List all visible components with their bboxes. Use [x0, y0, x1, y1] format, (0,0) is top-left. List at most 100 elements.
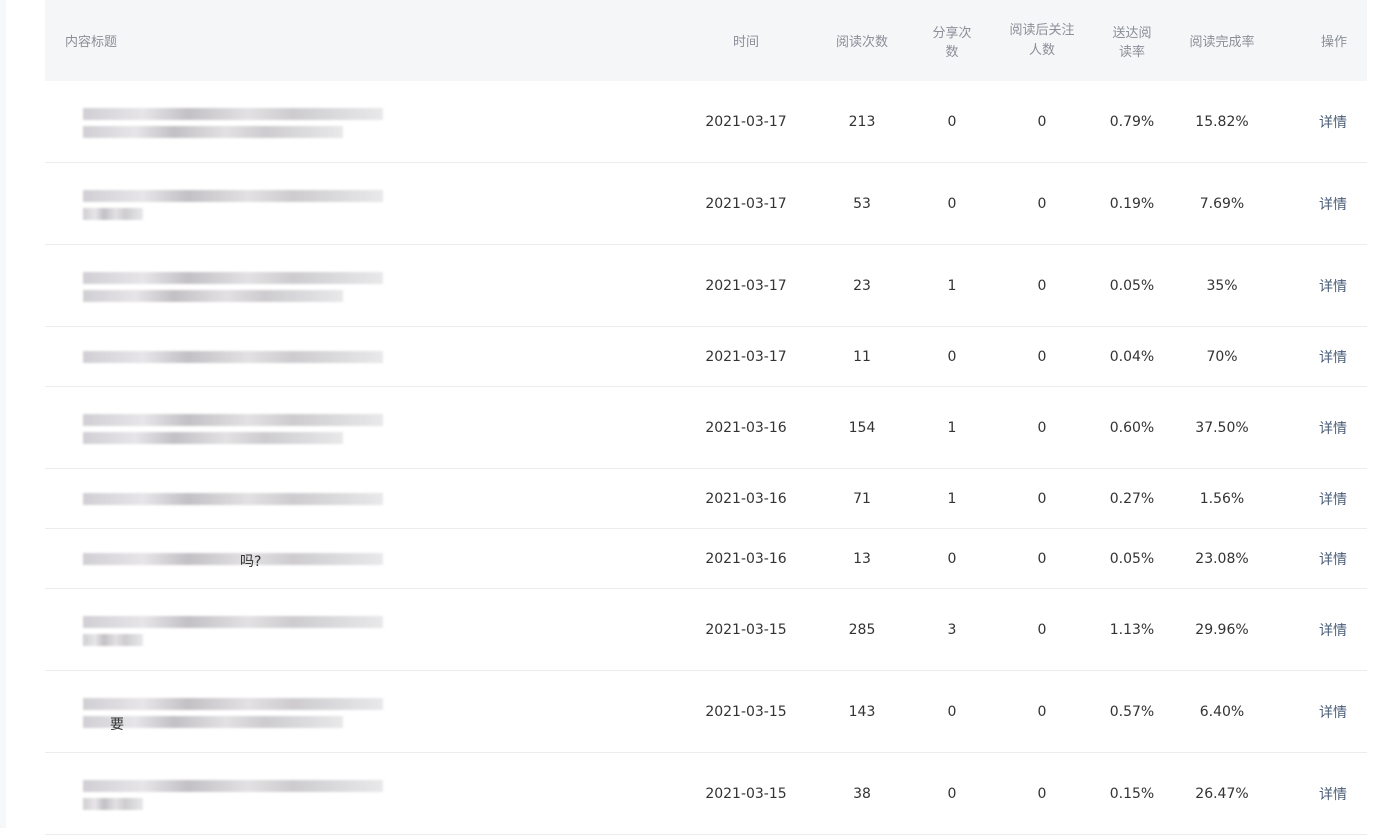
delivery-rate-cell: 0.05% [1109, 550, 1155, 567]
header-followers: 阅读后关注 人数 [977, 21, 1107, 61]
completion-rate-cell: 26.47% [1195, 785, 1249, 802]
details-link[interactable]: 详情 [1287, 620, 1367, 640]
followers-cell: 0 [1037, 703, 1047, 720]
blurred-text-line [83, 189, 383, 202]
blurred-text-line [83, 697, 383, 710]
completion-rate-cell: 1.56% [1199, 490, 1245, 507]
reads-cell: 11 [853, 348, 871, 365]
completion-rate-cell: 7.69% [1199, 195, 1245, 212]
blurred-text-line [83, 107, 383, 120]
blurred-text-line [83, 413, 383, 426]
header-delivery-rate: 送达阅读率 [1112, 25, 1152, 60]
table-row: 2021-03-17 11 0 0 0.04% 70% 详情 [45, 327, 1367, 387]
date-cell: 2021-03-15 [705, 703, 787, 720]
details-link[interactable]: 详情 [1287, 347, 1367, 367]
date-cell: 2021-03-17 [705, 113, 787, 130]
blurred-title [65, 337, 395, 377]
header-reads: 阅读次数 [835, 35, 888, 50]
followers-cell: 0 [1037, 277, 1047, 294]
delivery-rate-cell: 0.04% [1109, 348, 1155, 365]
date-cell: 2021-03-15 [705, 785, 787, 802]
reads-cell: 13 [853, 550, 871, 567]
shares-cell: 0 [947, 348, 957, 365]
table-row: 2021-03-16 154 1 0 0.60% 37.50% 详情 [45, 387, 1367, 469]
delivery-rate-cell: 0.15% [1109, 785, 1155, 802]
blurred-text-line [83, 350, 383, 363]
details-link[interactable]: 详情 [1287, 489, 1367, 509]
details-link[interactable]: 详情 [1287, 194, 1367, 214]
delivery-rate-cell: 1.13% [1109, 621, 1155, 638]
details-link[interactable]: 详情 [1287, 276, 1367, 296]
details-link[interactable]: 详情 [1287, 702, 1367, 722]
header-completion-rate: 阅读完成率 [1189, 35, 1255, 50]
completion-rate-cell: 15.82% [1195, 113, 1249, 130]
reads-cell: 53 [853, 195, 871, 212]
blurred-text-line [83, 552, 383, 565]
completion-rate-cell: 29.96% [1195, 621, 1249, 638]
shares-cell: 0 [947, 195, 957, 212]
table-row: 2021-03-17 23 1 0 0.05% 35% 详情 [45, 245, 1367, 327]
blurred-text-line [83, 271, 383, 284]
followers-cell: 0 [1037, 550, 1047, 567]
delivery-rate-cell: 0.27% [1109, 490, 1155, 507]
date-cell: 2021-03-16 [705, 490, 787, 507]
completion-rate-cell: 35% [1206, 277, 1238, 294]
reads-cell: 154 [848, 419, 876, 436]
article-title [45, 184, 695, 224]
followers-cell: 0 [1037, 490, 1047, 507]
details-link[interactable]: 详情 [1287, 549, 1367, 569]
article-title [45, 774, 695, 814]
blurred-text-line [83, 207, 143, 220]
blurred-text-line [83, 125, 343, 138]
blurred-title [65, 479, 395, 519]
blurred-text-line [83, 633, 143, 646]
shares-cell: 0 [947, 113, 957, 130]
article-title [45, 479, 695, 519]
article-title [45, 610, 695, 650]
details-link[interactable]: 详情 [1287, 418, 1367, 438]
blurred-title [65, 774, 395, 814]
header-actions: 操作 [1320, 35, 1347, 50]
table-row: 要 2021-03-15 143 0 0 0.57% 6.40% 详情 [45, 671, 1367, 753]
blurred-title: 要 [65, 692, 395, 733]
table-header: 内容标题 时间 阅读次数 分享次数 阅读后关注 人数 送达阅读率 阅读完成率 操… [45, 0, 1367, 81]
delivery-rate-cell: 0.57% [1109, 703, 1155, 720]
blurred-text-line [83, 779, 383, 792]
table-row: 2021-03-17 213 0 0 0.79% 15.82% 详情 [45, 81, 1367, 163]
shares-cell: 1 [947, 490, 957, 507]
shares-cell: 0 [947, 785, 957, 802]
article-title: 要 [45, 692, 695, 733]
table-row: 2021-03-17 53 0 0 0.19% 7.69% 详情 [45, 163, 1367, 245]
header-title: 内容标题 [65, 35, 118, 50]
shares-cell: 1 [947, 419, 957, 436]
reads-cell: 38 [853, 785, 871, 802]
completion-rate-cell: 70% [1206, 348, 1238, 365]
blurred-text-line [83, 289, 343, 302]
followers-cell: 0 [1037, 785, 1047, 802]
table-row: 2021-03-15 285 3 0 1.13% 29.96% 详情 [45, 589, 1367, 671]
header-shares: 分享次数 [932, 25, 972, 60]
delivery-rate-cell: 0.79% [1109, 113, 1155, 130]
shares-cell: 3 [947, 621, 957, 638]
completion-rate-cell: 6.40% [1199, 703, 1245, 720]
left-rail [0, 0, 6, 828]
blurred-title [65, 184, 395, 224]
followers-cell: 0 [1037, 113, 1047, 130]
reads-cell: 213 [848, 113, 876, 130]
date-cell: 2021-03-16 [705, 550, 787, 567]
date-cell: 2021-03-17 [705, 195, 787, 212]
table-row: 2021-03-15 38 0 0 0.15% 26.47% 详情 [45, 753, 1367, 835]
table-row: 吗? 2021-03-16 13 0 0 0.05% 23.08% 详情 [45, 529, 1367, 589]
completion-rate-cell: 37.50% [1195, 419, 1249, 436]
date-cell: 2021-03-17 [705, 277, 787, 294]
details-link[interactable]: 详情 [1287, 784, 1367, 804]
visible-title-fragment: 要 [110, 716, 124, 733]
date-cell: 2021-03-16 [705, 419, 787, 436]
article-title [45, 408, 695, 448]
reads-cell: 71 [853, 490, 871, 507]
date-cell: 2021-03-17 [705, 348, 787, 365]
details-link[interactable]: 详情 [1287, 112, 1367, 132]
article-stats-table: 内容标题 时间 阅读次数 分享次数 阅读后关注 人数 送达阅读率 阅读完成率 操… [45, 0, 1367, 835]
followers-cell: 0 [1037, 419, 1047, 436]
article-title [45, 102, 695, 142]
